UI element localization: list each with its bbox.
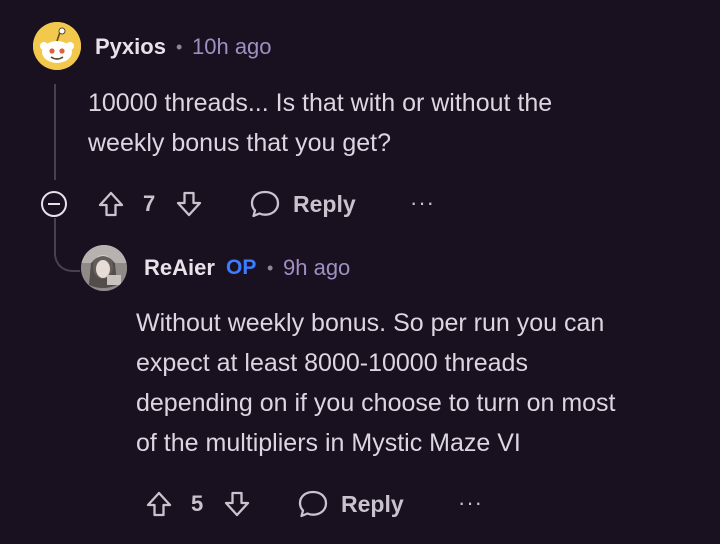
comment-body-line: of the multipliers in Mystic Maze VI (136, 429, 521, 457)
comment-body-line: 10000 threads... Is that with or without… (88, 89, 553, 117)
comment-timestamp[interactable]: 9h ago (283, 255, 350, 281)
comment-body-line: Without weekly bonus. So per run you can (136, 309, 605, 337)
downvote-icon[interactable] (175, 190, 203, 218)
upvote-icon[interactable] (97, 190, 125, 218)
reply-bubble-icon[interactable] (249, 189, 281, 219)
collapse-thread-button[interactable] (41, 191, 67, 217)
upvote-icon[interactable] (145, 490, 173, 518)
meta-separator: • (176, 37, 183, 57)
more-options-button[interactable]: ··· (410, 190, 435, 216)
comment-author[interactable]: ReAier (144, 255, 215, 281)
meta-separator: • (267, 258, 274, 278)
comment-thread: Pyxios • 10h ago 10000 threads... Is tha… (0, 0, 720, 544)
comment-body-line: weekly bonus that you get? (88, 129, 391, 157)
comment-body: Without weekly bonus. So per run you can… (136, 303, 616, 463)
comment-author[interactable]: Pyxios (95, 34, 166, 60)
vote-count: 5 (191, 491, 204, 516)
comment-body-line: expect at least 8000-10000 threads (136, 349, 528, 377)
reply-button[interactable]: Reply (341, 491, 404, 518)
thread-line[interactable] (54, 84, 56, 180)
snoo-avatar-icon[interactable] (33, 22, 81, 70)
reply-bubble-icon[interactable] (297, 489, 329, 519)
user-photo-avatar[interactable] (81, 245, 127, 291)
minus-icon (48, 202, 60, 206)
reply-button[interactable]: Reply (293, 191, 356, 218)
comment-body-line: depending on if you choose to turn on mo… (136, 389, 616, 417)
vote-count: 7 (143, 191, 156, 216)
more-options-button[interactable]: ··· (458, 490, 483, 516)
thread-connector[interactable] (54, 218, 80, 272)
op-badge: OP (226, 256, 257, 279)
downvote-icon[interactable] (223, 490, 251, 518)
comment-timestamp[interactable]: 10h ago (192, 34, 272, 60)
comment-body: 10000 threads... Is that with or without… (88, 83, 552, 163)
